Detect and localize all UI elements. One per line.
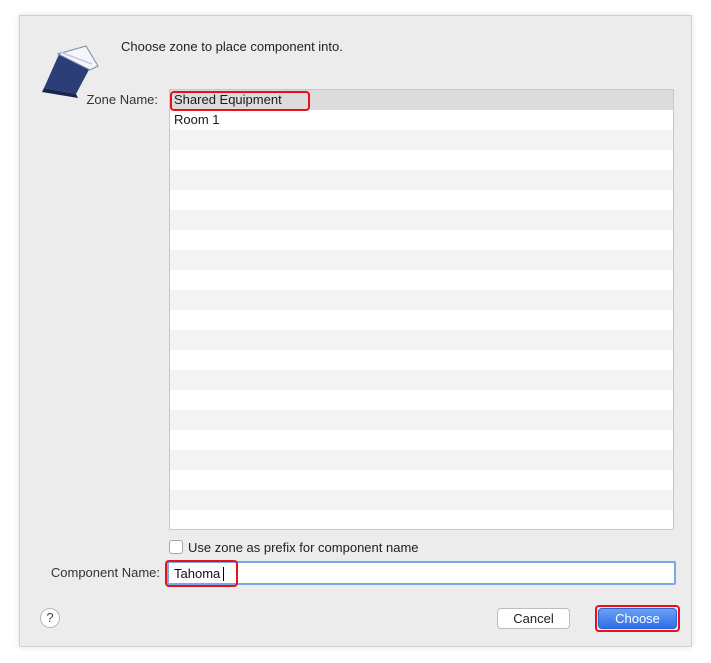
empty-row	[170, 390, 673, 410]
empty-row	[170, 470, 673, 490]
zone-name-label: Zone Name:	[86, 92, 158, 107]
zone-prefix-checkbox-label[interactable]: Use zone as prefix for component name	[188, 540, 419, 555]
empty-row	[170, 330, 673, 350]
empty-row	[170, 170, 673, 190]
empty-row	[170, 230, 673, 250]
empty-row	[170, 150, 673, 170]
component-name-input[interactable]	[167, 561, 676, 585]
empty-row	[170, 190, 673, 210]
empty-row	[170, 510, 673, 529]
empty-row	[170, 350, 673, 370]
zone-prefix-option[interactable]: Use zone as prefix for component name	[169, 538, 419, 556]
component-name-label: Component Name:	[50, 565, 160, 580]
zone-prefix-checkbox[interactable]	[169, 540, 183, 554]
empty-row	[170, 290, 673, 310]
empty-row	[170, 250, 673, 270]
empty-row	[170, 370, 673, 390]
dialog-message: Choose zone to place component into.	[121, 39, 343, 54]
help-icon[interactable]: ?	[40, 608, 60, 628]
zone-list[interactable]: Shared Equipment Room 1	[169, 89, 674, 530]
zone-list-item-shared-equipment[interactable]: Shared Equipment	[170, 90, 673, 110]
empty-row	[170, 130, 673, 150]
empty-row	[170, 310, 673, 330]
choose-button[interactable]: Choose	[598, 608, 677, 629]
empty-row	[170, 490, 673, 510]
cancel-button[interactable]: Cancel	[497, 608, 570, 629]
app-document-icon	[42, 45, 99, 98]
choose-zone-dialog: Choose zone to place component into. Zon…	[19, 15, 692, 647]
empty-row	[170, 410, 673, 430]
zone-list-item-room-1[interactable]: Room 1	[170, 110, 673, 130]
text-caret	[223, 567, 224, 581]
empty-row	[170, 270, 673, 290]
empty-row	[170, 450, 673, 470]
empty-row	[170, 430, 673, 450]
empty-row	[170, 210, 673, 230]
